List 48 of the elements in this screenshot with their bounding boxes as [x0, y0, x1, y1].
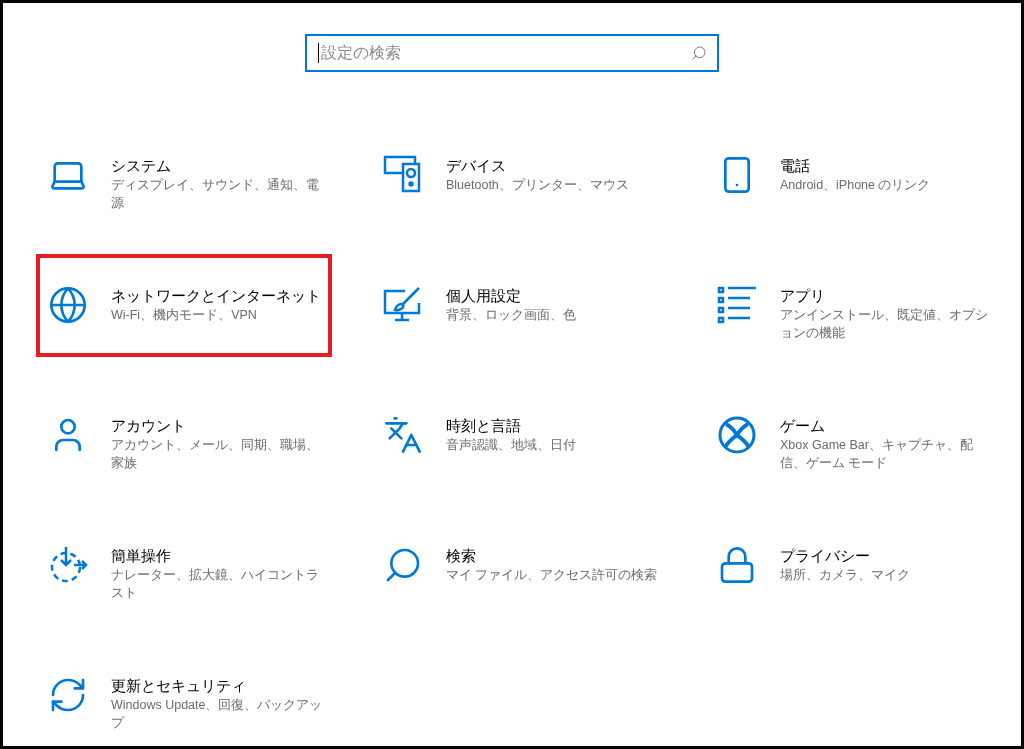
category-title: 検索 — [446, 546, 477, 566]
category-description: Xbox Game Bar、キャプチャ、配信、ゲーム モード — [780, 437, 974, 472]
settings-category[interactable]: 時刻と言語 音声認識、地域、日付 — [371, 384, 667, 487]
search-field[interactable]: 設定の検索 — [305, 34, 719, 72]
settings-category[interactable]: ネットワークとインターネット Wi-Fi、機内モード、VPN — [36, 254, 332, 357]
globe-icon — [48, 285, 88, 325]
keyboard-speaker-icon — [383, 155, 423, 195]
category-description: Wi-Fi、機内モード、VPN — [111, 307, 258, 324]
search-icon — [691, 45, 707, 61]
category-description: ナレーター、拡大鏡、ハイコントラスト — [111, 567, 320, 602]
category-description: 場所、カメラ、マイク — [780, 567, 911, 584]
settings-category[interactable]: プライバシー 場所、カメラ、マイク — [705, 514, 1001, 617]
category-title: プライバシー — [780, 546, 871, 566]
xbox-icon — [717, 415, 757, 455]
list-icon — [717, 285, 757, 325]
category-title: ゲーム — [780, 416, 826, 436]
language-icon — [383, 415, 423, 455]
settings-category[interactable]: システム ディスプレイ、サウンド、通知、電源 — [36, 124, 332, 227]
accessibility-icon — [48, 545, 88, 585]
category-title: デバイス — [446, 156, 507, 176]
settings-category[interactable]: デバイス Bluetooth、プリンター、マウス — [371, 124, 667, 227]
settings-category[interactable]: アプリ アンインストール、既定値、オプションの機能 — [705, 254, 1001, 357]
category-title: 更新とセキュリティ — [111, 676, 247, 696]
settings-category[interactable]: 簡単操作 ナレーター、拡大鏡、ハイコントラスト — [36, 514, 332, 617]
settings-category[interactable]: 更新とセキュリティ Windows Update、回復、バックアップ — [36, 644, 332, 746]
category-description: アンインストール、既定値、オプションの機能 — [780, 307, 989, 342]
category-title: システム — [111, 156, 172, 176]
settings-category[interactable]: 個人用設定 背景、ロック画面、色 — [371, 254, 667, 357]
settings-category[interactable]: 検索 マイ ファイル、アクセス許可の検索 — [371, 514, 667, 617]
category-title: アプリ — [780, 286, 826, 306]
category-description: Windows Update、回復、バックアップ — [111, 697, 324, 732]
category-description: マイ ファイル、アクセス許可の検索 — [446, 567, 659, 584]
category-description: 背景、ロック画面、色 — [446, 307, 577, 324]
category-description: Bluetooth、プリンター、マウス — [446, 177, 630, 194]
category-description: ディスプレイ、サウンド、通知、電源 — [111, 177, 320, 212]
category-description: アカウント、メール、同期、職場、家族 — [111, 437, 320, 472]
category-title: ネットワークとインターネット — [111, 286, 322, 306]
category-title: 電話 — [780, 156, 811, 176]
settings-category[interactable]: 電話 Android、iPhone のリンク — [705, 124, 1001, 227]
category-title: アカウント — [111, 416, 187, 436]
category-description: 音声認識、地域、日付 — [446, 437, 577, 454]
text-cursor — [318, 43, 319, 63]
category-title: 時刻と言語 — [446, 416, 522, 436]
category-description: Android、iPhone のリンク — [780, 177, 932, 194]
settings-category[interactable]: アカウント アカウント、メール、同期、職場、家族 — [36, 384, 332, 487]
category-title: 個人用設定 — [446, 286, 522, 306]
settings-category[interactable]: ゲーム Xbox Game Bar、キャプチャ、配信、ゲーム モード — [705, 384, 1001, 487]
category-title: 簡単操作 — [111, 546, 172, 566]
